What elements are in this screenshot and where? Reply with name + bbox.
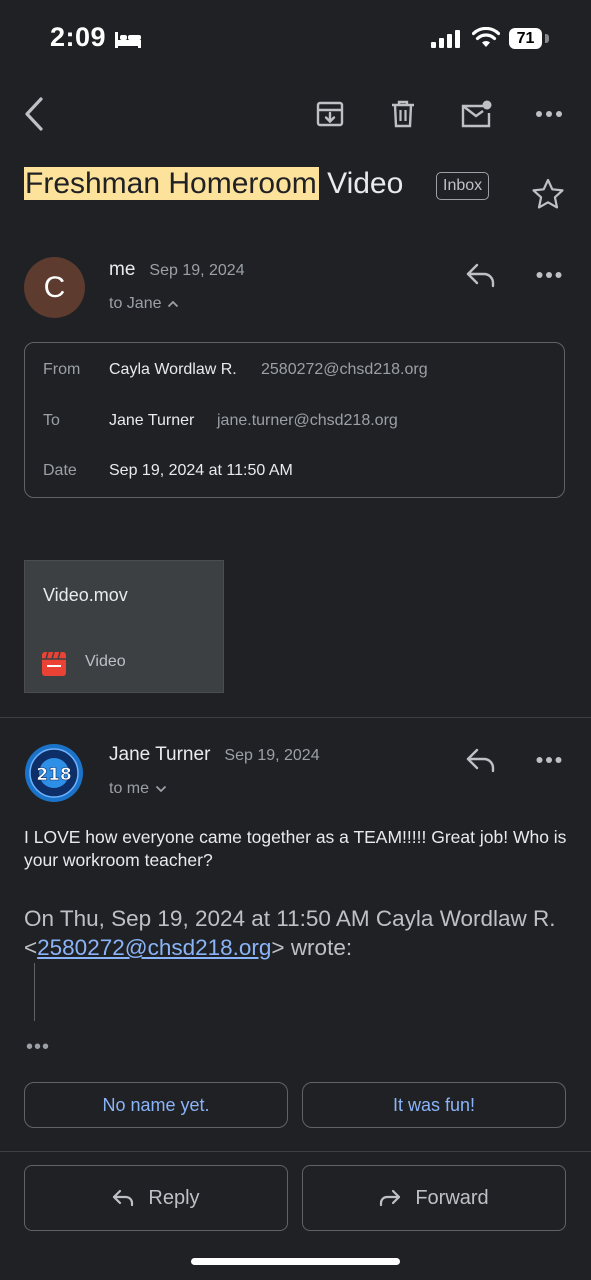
smart-reply-chip-2[interactable]: It was fun! xyxy=(302,1082,566,1128)
attachment-name: Video.mov xyxy=(43,585,128,605)
email-subject: Freshman Homeroom Video xyxy=(24,164,403,204)
chevron-up-icon xyxy=(168,300,179,308)
recipients-toggle-2[interactable]: to me xyxy=(109,780,167,798)
mark-unread-icon[interactable] xyxy=(458,96,494,132)
video-file-icon xyxy=(41,651,67,677)
battery-indicator: 71 xyxy=(509,28,542,49)
forward-arrow-icon xyxy=(380,1189,401,1207)
trash-icon[interactable] xyxy=(385,96,421,132)
battery-level: 71 xyxy=(516,29,535,47)
sender-name: me xyxy=(109,259,136,280)
status-time: 2:09 xyxy=(50,22,107,52)
recipients-text-2: to me xyxy=(109,780,150,797)
smart-reply-chip-1[interactable]: No name yet. xyxy=(24,1082,288,1128)
message-more-icon[interactable] xyxy=(536,271,562,279)
to-label: To xyxy=(43,412,60,429)
avatar-logo-text: 218 xyxy=(36,765,72,785)
reply-arrow-icon xyxy=(113,1189,134,1207)
back-icon[interactable] xyxy=(16,96,52,132)
sleep-focus-icon xyxy=(114,30,142,50)
attachment-card[interactable]: Video.mov Video xyxy=(24,560,224,693)
recipients-text: to Jane xyxy=(109,295,162,312)
quote-email-link[interactable]: 2580272@chsd218.org xyxy=(37,935,271,960)
reply-icon-2[interactable] xyxy=(465,747,497,773)
wifi-icon xyxy=(472,27,500,49)
message1-header: me Sep 19, 2024 xyxy=(109,259,245,281)
archive-icon[interactable] xyxy=(312,96,348,132)
message-body: I LOVE how everyone came together as a T… xyxy=(24,827,567,870)
quoted-header: On Thu, Sep 19, 2024 at 11:50 AM Cayla W… xyxy=(24,904,569,962)
cellular-signal-icon xyxy=(431,30,463,48)
subject-highlight: Freshman Homeroom xyxy=(24,167,319,200)
reply-label: Reply xyxy=(148,1186,200,1209)
recipients-toggle[interactable]: to Jane xyxy=(109,295,179,313)
attachment-type: Video xyxy=(85,653,126,670)
from-label: From xyxy=(43,361,81,378)
more-options-icon[interactable] xyxy=(531,96,567,132)
inbox-label-chip[interactable]: Inbox xyxy=(436,172,490,200)
sender-name-2: Jane Turner xyxy=(109,744,211,765)
quote-bar xyxy=(34,963,35,1021)
home-indicator[interactable] xyxy=(191,1258,400,1265)
from-name: Cayla Wordlaw R. xyxy=(109,361,237,378)
to-email[interactable]: jane.turner@chsd218.org xyxy=(217,412,398,430)
bottom-divider xyxy=(0,1151,591,1152)
reply-icon[interactable] xyxy=(465,262,497,288)
message-divider xyxy=(0,717,591,718)
message-details-box: From Cayla Wordlaw R. 2580272@chsd218.or… xyxy=(24,342,565,498)
date-value: Sep 19, 2024 at 11:50 AM xyxy=(109,462,293,479)
to-name: Jane Turner xyxy=(109,412,195,429)
subject-rest: Video xyxy=(318,167,404,200)
message2-header: Jane Turner Sep 19, 2024 xyxy=(109,744,320,766)
battery-nub xyxy=(545,34,549,43)
reply-button[interactable]: Reply xyxy=(24,1165,288,1231)
date-label: Date xyxy=(43,462,77,479)
message-date-2: Sep 19, 2024 xyxy=(224,747,320,764)
from-email[interactable]: 2580272@chsd218.org xyxy=(261,361,428,379)
forward-button[interactable]: Forward xyxy=(302,1165,566,1231)
quote-suffix: > wrote: xyxy=(271,935,353,960)
sender-avatar-218[interactable]: 218 xyxy=(24,743,84,803)
sender-avatar[interactable]: C xyxy=(24,257,85,318)
chevron-down-icon xyxy=(155,785,167,793)
message-date: Sep 19, 2024 xyxy=(149,262,245,279)
show-trimmed-content[interactable]: ••• xyxy=(26,1036,50,1059)
message-more-icon-2[interactable] xyxy=(536,756,562,764)
forward-label: Forward xyxy=(415,1186,489,1209)
avatar-letter: C xyxy=(43,270,66,304)
star-icon[interactable] xyxy=(530,177,566,211)
